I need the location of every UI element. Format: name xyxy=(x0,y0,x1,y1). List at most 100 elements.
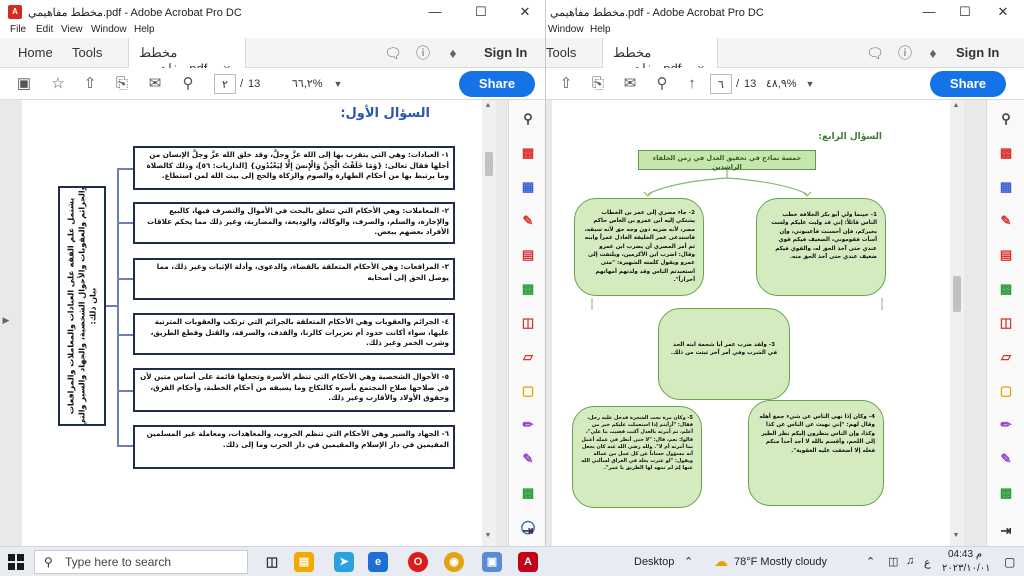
scroll-thumb[interactable] xyxy=(953,276,961,312)
save-icon[interactable]: ▣ xyxy=(14,74,34,94)
edit-pdf-icon[interactable]: ✎ xyxy=(519,212,537,230)
scroll-down-icon[interactable]: ▼ xyxy=(482,532,494,539)
share-button[interactable]: Share xyxy=(930,71,1006,97)
compress-icon[interactable]: ▱ xyxy=(997,348,1015,366)
zoom-level[interactable]: ٦٦,٢% xyxy=(292,74,330,94)
export-pdf-icon[interactable]: ▤ xyxy=(519,246,537,264)
menu-help[interactable]: Help xyxy=(134,24,155,35)
comment-icon[interactable]: 🗨 xyxy=(384,44,402,62)
scan-icon[interactable]: ◫ xyxy=(997,314,1015,332)
scroll-up-icon[interactable]: ▲ xyxy=(482,102,494,109)
export-pdf-icon[interactable]: ▤ xyxy=(997,246,1015,264)
zoom-search-icon[interactable]: ⚲ xyxy=(997,110,1015,128)
chrome-icon[interactable]: ◉ xyxy=(444,552,464,572)
edge-icon[interactable]: e xyxy=(368,552,388,572)
combine-files-icon[interactable]: ▦ xyxy=(519,178,537,196)
collapse-pane-icon[interactable]: ⇥ xyxy=(519,522,537,540)
menu-window[interactable]: Window xyxy=(91,24,127,35)
search-icon[interactable]: ⚲ xyxy=(652,74,672,94)
sign-in-button[interactable]: Sign In xyxy=(484,45,527,60)
close-window-button[interactable]: ✕ xyxy=(508,2,542,22)
network-icon[interactable]: ◫ xyxy=(888,555,898,568)
share-button[interactable]: Share xyxy=(459,71,535,97)
fill-sign-icon[interactable]: ✏ xyxy=(519,416,537,434)
request-signature-icon[interactable]: ✎ xyxy=(997,450,1015,468)
zoom-level[interactable]: ٤٨,٩% xyxy=(766,74,804,94)
page-number-input[interactable]: ٢ xyxy=(214,74,236,94)
maximize-button[interactable]: ☐ xyxy=(464,2,498,22)
comment-tool-icon[interactable]: ▢ xyxy=(997,382,1015,400)
page-number-input[interactable]: ٦ xyxy=(710,74,732,94)
collapse-pane-icon[interactable]: ⇥ xyxy=(997,522,1015,540)
tab-tools[interactable]: Tools xyxy=(546,45,576,60)
menu-view[interactable]: View xyxy=(61,24,83,35)
chevron-up-icon[interactable]: ⌃ xyxy=(684,555,693,568)
print-icon[interactable]: ⎘ xyxy=(588,74,608,94)
scroll-down-icon[interactable]: ▼ xyxy=(950,532,962,539)
print-production-icon[interactable]: ▩ xyxy=(997,484,1015,502)
tab-document[interactable]: مخطط مفاهيمي.pdf × xyxy=(128,38,246,76)
bell-icon[interactable]: ♦ xyxy=(444,44,462,62)
organize-pages-icon[interactable]: ▩ xyxy=(997,280,1015,298)
minimize-button[interactable]: — xyxy=(418,2,452,22)
print-icon[interactable]: ⎘ xyxy=(112,74,132,94)
page-up-icon[interactable]: ↑ xyxy=(682,74,702,94)
scroll-thumb[interactable] xyxy=(485,152,493,176)
expand-left-pane-icon[interactable]: ▶ xyxy=(0,315,12,326)
input-language[interactable]: ع xyxy=(924,556,931,569)
combine-files-icon[interactable]: ▦ xyxy=(997,178,1015,196)
upload-icon[interactable]: ⇧ xyxy=(556,74,576,94)
notification-icon[interactable]: ▢ xyxy=(1004,555,1015,569)
menu-file[interactable]: File xyxy=(10,24,26,35)
tab-tools[interactable]: Tools xyxy=(72,45,102,60)
close-window-button[interactable]: ✕ xyxy=(986,2,1020,22)
create-pdf-icon[interactable]: ▩ xyxy=(519,144,537,162)
chevron-down-icon[interactable]: ▼ xyxy=(328,74,348,94)
help-icon[interactable]: ⓘ xyxy=(414,44,432,62)
request-signature-icon[interactable]: ✎ xyxy=(519,450,537,468)
fill-sign-icon[interactable]: ✏ xyxy=(997,416,1015,434)
upload-icon[interactable]: ⇧ xyxy=(80,74,100,94)
weather-status[interactable]: 78°F Mostly cloudy xyxy=(734,556,827,568)
comment-tool-icon[interactable]: ▢ xyxy=(519,382,537,400)
scroll-up-icon[interactable]: ▲ xyxy=(950,102,962,109)
organize-pages-icon[interactable]: ▩ xyxy=(519,280,537,298)
clock-date[interactable]: ٢٠٢٣/١٠/٠١ xyxy=(942,563,991,574)
bell-icon[interactable]: ♦ xyxy=(924,44,942,62)
volume-icon[interactable]: ♫ xyxy=(906,555,914,567)
clock-time[interactable]: 04:43 م xyxy=(948,549,982,560)
minimize-button[interactable]: — xyxy=(912,2,946,22)
page-scrollbar[interactable]: ▲ ▼ xyxy=(950,100,964,546)
taskbar-search-box[interactable]: ⚲ Type here to search xyxy=(34,550,248,574)
menu-help[interactable]: Help xyxy=(590,24,611,35)
help-icon[interactable]: ⓘ xyxy=(896,44,914,62)
tray-chevron-icon[interactable]: ⌃ xyxy=(866,555,875,568)
star-icon[interactable]: ☆ xyxy=(48,74,68,94)
menu-window[interactable]: Window xyxy=(548,24,584,35)
email-icon[interactable]: ✉ xyxy=(145,74,165,94)
chevron-down-icon[interactable]: ▼ xyxy=(800,74,820,94)
page-scrollbar[interactable]: ▲ ▼ xyxy=(482,100,496,546)
menu-edit[interactable]: Edit xyxy=(36,24,53,35)
search-icon[interactable]: ⚲ xyxy=(178,74,198,94)
app-icon[interactable]: ▣ xyxy=(482,552,502,572)
tab-document[interactable]: مخطط مفاهيمي.pdf × xyxy=(602,38,718,76)
edit-pdf-icon[interactable]: ✎ xyxy=(997,212,1015,230)
compress-icon[interactable]: ▱ xyxy=(519,348,537,366)
email-icon[interactable]: ✉ xyxy=(620,74,640,94)
print-production-icon[interactable]: ▩ xyxy=(519,484,537,502)
create-pdf-icon[interactable]: ▩ xyxy=(997,144,1015,162)
windows-start-button[interactable] xyxy=(8,554,24,570)
acrobat-taskbar-icon[interactable]: A xyxy=(518,552,538,572)
desktop-label[interactable]: Desktop xyxy=(634,556,674,568)
tab-home[interactable]: Home xyxy=(18,45,53,60)
zoom-search-icon[interactable]: ⚲ xyxy=(519,110,537,128)
telegram-icon[interactable]: ➤ xyxy=(334,552,354,572)
opera-icon[interactable]: O xyxy=(408,552,428,572)
scan-icon[interactable]: ◫ xyxy=(519,314,537,332)
file-explorer-icon[interactable]: ▤ xyxy=(294,552,314,572)
maximize-button[interactable]: ☐ xyxy=(948,2,982,22)
task-view-icon[interactable]: ◫ xyxy=(262,552,282,572)
sign-in-button[interactable]: Sign In xyxy=(956,45,999,60)
comment-icon[interactable]: 🗨 xyxy=(866,44,884,62)
